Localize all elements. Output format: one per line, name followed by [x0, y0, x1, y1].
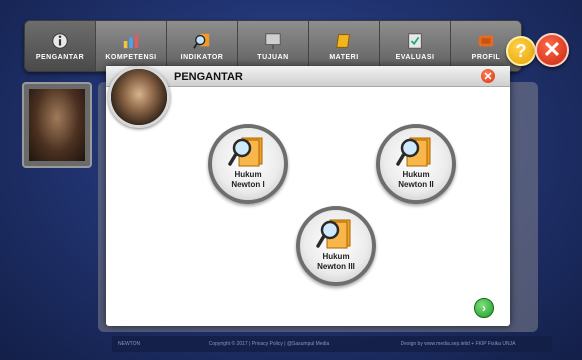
law-label-line1: Hukum [234, 170, 262, 179]
law-label-line2: Newton II [398, 180, 434, 189]
nav-label: PENGANTAR [35, 53, 85, 61]
top-navigation-bar: PENGANTAR KOMPETENSI INDIKATOR TUJUAN MA… [24, 20, 522, 72]
nav-indikator[interactable]: INDIKATOR [167, 21, 238, 71]
modal-close-button[interactable]: ✕ [481, 69, 495, 83]
chart-icon [123, 34, 139, 48]
nav-pengantar[interactable]: PENGANTAR [25, 21, 96, 71]
info-icon [52, 32, 68, 49]
newton-avatar [108, 66, 170, 128]
magnifier-icon [193, 33, 210, 49]
newton-law-1-button[interactable]: Hukum Newton I [208, 124, 288, 204]
nav-evaluasi[interactable]: EVALUASI [380, 21, 451, 71]
intro-modal: PENGANTAR ✕ Hukum Newton I Hukum Newton … [106, 66, 510, 326]
modal-title: PENGANTAR [174, 71, 243, 83]
footer-copyright[interactable]: Copyright © 2017 | Privacy Policy | @Sas… [174, 341, 364, 347]
nav-materi[interactable]: MATERI [309, 21, 380, 71]
law-label-line1: Hukum [322, 252, 350, 261]
law-label: Hukum Newton III [300, 252, 372, 272]
book-magnifier-icon [316, 219, 351, 249]
book-magnifier-icon [228, 137, 263, 167]
nav-label: KOMPETENSI [105, 53, 157, 61]
footer-bar: NEWTON Copyright © 2017 | Privacy Policy… [112, 336, 552, 352]
board-icon [265, 32, 281, 49]
newton-portrait-frame [22, 82, 92, 168]
book-icon [336, 33, 350, 48]
nav-label: INDIKATOR [180, 53, 224, 61]
book-magnifier-icon [396, 137, 431, 167]
law-label-line2: Newton III [317, 262, 355, 271]
newton-law-2-button[interactable]: Hukum Newton II [376, 124, 456, 204]
law-label: Hukum Newton I [212, 170, 284, 190]
nav-label: MATERI [329, 53, 359, 61]
nav-kompetensi[interactable]: KOMPETENSI [96, 21, 167, 71]
checklist-icon [408, 32, 422, 49]
next-arrow-button[interactable]: › [474, 298, 494, 318]
footer-credits[interactable]: Design by www.media.sep.ietid + FKIP Fis… [364, 341, 552, 347]
law-label-line2: Newton I [231, 180, 265, 189]
nav-tujuan[interactable]: TUJUAN [238, 21, 309, 71]
nav-label: PROFIL [471, 53, 501, 61]
newton-face-image [111, 69, 167, 125]
nav-label: TUJUAN [257, 53, 289, 61]
footer-brand: NEWTON [118, 341, 141, 347]
close-app-button[interactable]: ✕ [535, 33, 569, 67]
nav-label: EVALUASI [395, 53, 435, 61]
law-label-line1: Hukum [402, 170, 430, 179]
law-label: Hukum Newton II [380, 170, 452, 190]
newton-law-3-button[interactable]: Hukum Newton III [296, 206, 376, 286]
help-button[interactable]: ? [506, 36, 536, 66]
newton-portrait [29, 89, 85, 161]
profile-icon [478, 35, 494, 46]
